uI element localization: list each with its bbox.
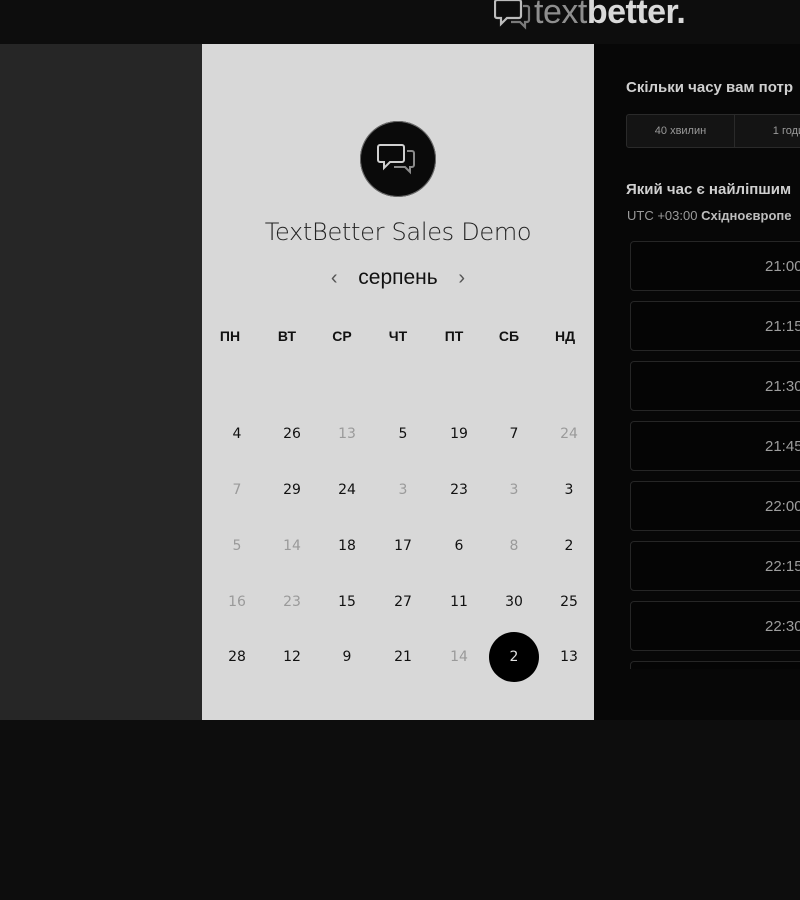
time-slot-label: 21:00 — [765, 258, 800, 275]
calendar-day: 13 — [338, 426, 356, 442]
calendar-day[interactable]: 28 — [212, 632, 262, 682]
left-backdrop — [0, 44, 202, 720]
calendar-day[interactable]: 15 — [322, 577, 372, 627]
calendar-day: 16 — [228, 594, 246, 610]
time-slot[interactable]: 22:30 — [630, 601, 800, 651]
calendar-day[interactable]: 3 — [544, 465, 594, 515]
time-slot[interactable]: 21:00 — [630, 241, 800, 291]
calendar-day[interactable]: 5 — [378, 409, 428, 459]
calendar-day[interactable]: 30 — [489, 577, 539, 627]
calendar-day[interactable]: 12 — [267, 632, 317, 682]
timezone-name: Східноєвропе — [701, 208, 792, 223]
duration-selector: 40 хвилин 1 годи — [626, 114, 800, 148]
timezone-offset: UTC +03:00 — [627, 208, 698, 223]
chat-bubbles-icon — [493, 0, 532, 30]
calendar-day[interactable]: 2 — [544, 521, 594, 571]
time-slot-list: 21:00 21:15 21:30 21:45 22:00 22:15 22:30 — [630, 241, 800, 669]
calendar-day[interactable]: 6 — [434, 521, 484, 571]
duration-option[interactable]: 1 годи — [735, 115, 800, 147]
time-slot-label: 22:00 — [765, 498, 800, 515]
timezone-label[interactable]: UTC +03:00 Східноєвропе — [627, 208, 792, 223]
calendar-day[interactable]: 26 — [267, 409, 317, 459]
calendar-days-grid: 4 26 13 5 19 7 24 7 29 24 3 23 3 3 5 14 18 17 6 8 2 16 23 15 27 1… — [202, 44, 594, 720]
calendar-day[interactable]: 27 — [378, 577, 428, 627]
calendar-day[interactable]: 19 — [434, 409, 484, 459]
duration-option[interactable]: 40 хвилин — [627, 115, 735, 147]
calendar-day[interactable]: 7 — [489, 409, 539, 459]
logo-wordmark: textbetter. — [534, 0, 686, 31]
duration-question: Скільки часу вам потр — [626, 79, 794, 96]
time-slot[interactable]: 21:30 — [630, 361, 800, 411]
time-slot[interactable]: 22:15 — [630, 541, 800, 591]
time-slot-label: 21:30 — [765, 378, 800, 395]
time-slot[interactable]: 22:00 — [630, 481, 800, 531]
calendar-day[interactable]: 13 — [544, 632, 594, 682]
time-slot-label: 21:45 — [765, 438, 800, 455]
calendar-day: 7 — [232, 482, 242, 498]
time-slot[interactable]: 21:15 — [630, 301, 800, 351]
calendar-day[interactable]: 21 — [378, 632, 428, 682]
top-bar: textbetter. — [0, 0, 800, 44]
time-slot-label: 22:30 — [765, 618, 800, 635]
calendar-day[interactable]: 11 — [434, 577, 484, 627]
time-slot-label: 22:15 — [765, 558, 800, 575]
calendar-day[interactable]: 29 — [267, 465, 317, 515]
time-slot[interactable]: 21:45 — [630, 421, 800, 471]
time-slot[interactable] — [630, 661, 800, 669]
calendar-day: 3 — [509, 482, 519, 498]
calendar-day[interactable]: 17 — [378, 521, 428, 571]
calendar-day[interactable]: 9 — [322, 632, 372, 682]
calendar-day[interactable]: 4 — [212, 409, 262, 459]
calendar-day: 3 — [398, 482, 408, 498]
calendar-day: 23 — [283, 594, 301, 610]
calendar-day[interactable]: 23 — [434, 465, 484, 515]
calendar-day: 14 — [450, 649, 468, 665]
calendar-day[interactable]: 24 — [322, 465, 372, 515]
calendar-card: TextBetter Sales Demo ‹ серпень › ПН ВТ … — [202, 44, 594, 720]
calendar-day-selected[interactable]: 2 — [489, 632, 539, 682]
bottom-backdrop — [0, 720, 800, 900]
calendar-day: 24 — [560, 426, 578, 442]
calendar-day[interactable]: 25 — [544, 577, 594, 627]
calendar-day: 14 — [283, 538, 301, 554]
booking-panel: Скільки часу вам потр 40 хвилин 1 годи Я… — [594, 44, 800, 720]
textbetter-logo[interactable]: textbetter. — [493, 0, 686, 31]
time-question: Який час є найліпшим — [626, 181, 792, 198]
calendar-day[interactable]: 18 — [322, 521, 372, 571]
calendar-day: 8 — [509, 538, 519, 554]
time-slot-label: 21:15 — [765, 318, 800, 335]
calendar-day: 5 — [232, 538, 242, 554]
